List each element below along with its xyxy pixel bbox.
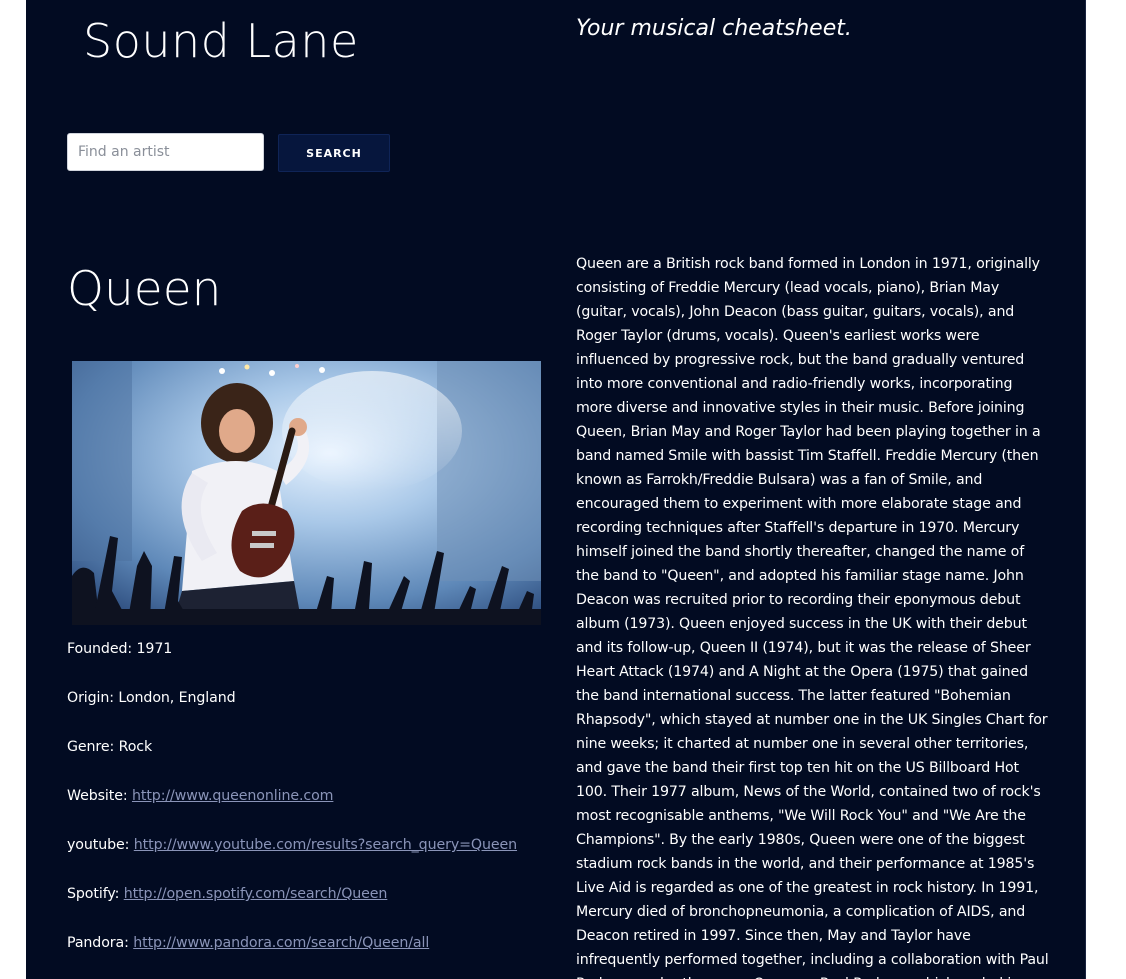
- spotify-link[interactable]: http://open.spotify.com/search/Queen: [124, 886, 388, 902]
- link-label: Spotify:: [67, 886, 120, 902]
- fact-label: Genre:: [67, 739, 115, 755]
- search-button[interactable]: SEARCH: [278, 134, 390, 172]
- fact-origin: Origin: London, England: [67, 688, 547, 737]
- link-label: Pandora:: [67, 935, 129, 951]
- fact-label: Founded:: [67, 641, 133, 657]
- link-label: Website:: [67, 788, 128, 804]
- link-row-youtube: youtube: http://www.youtube.com/results?…: [67, 835, 547, 884]
- fact-label: Origin:: [67, 690, 114, 706]
- link-row-spotify: Spotify: http://open.spotify.com/search/…: [67, 884, 547, 933]
- fact-genre: Genre: Rock: [67, 737, 547, 786]
- website-link[interactable]: http://www.queenonline.com: [132, 788, 334, 804]
- site-tagline: Your musical cheatsheet.: [576, 16, 852, 41]
- fact-value: Rock: [118, 739, 153, 755]
- artist-photo: [72, 361, 541, 625]
- artist-search-input[interactable]: [67, 133, 264, 171]
- pandora-link[interactable]: http://www.pandora.com/search/Queen/all: [133, 935, 429, 951]
- link-label: youtube:: [67, 837, 130, 853]
- artist-facts: Founded: 1971 Origin: London, England Ge…: [67, 639, 547, 979]
- fact-value: London, England: [118, 690, 236, 706]
- link-row-pandora: Pandora: http://www.pandora.com/search/Q…: [67, 933, 547, 979]
- youtube-link[interactable]: http://www.youtube.com/results?search_qu…: [134, 837, 517, 853]
- fact-value: 1971: [136, 641, 173, 657]
- fact-founded: Founded: 1971: [67, 639, 547, 688]
- artist-biography: Queen are a British rock band formed in …: [576, 256, 1049, 979]
- artist-name: Queen: [67, 262, 222, 317]
- site-brand[interactable]: Sound Lane: [83, 14, 359, 68]
- link-row-website: Website: http://www.queenonline.com: [67, 786, 547, 835]
- page-container: Sound Lane Your musical cheatsheet. SEAR…: [26, 0, 1086, 979]
